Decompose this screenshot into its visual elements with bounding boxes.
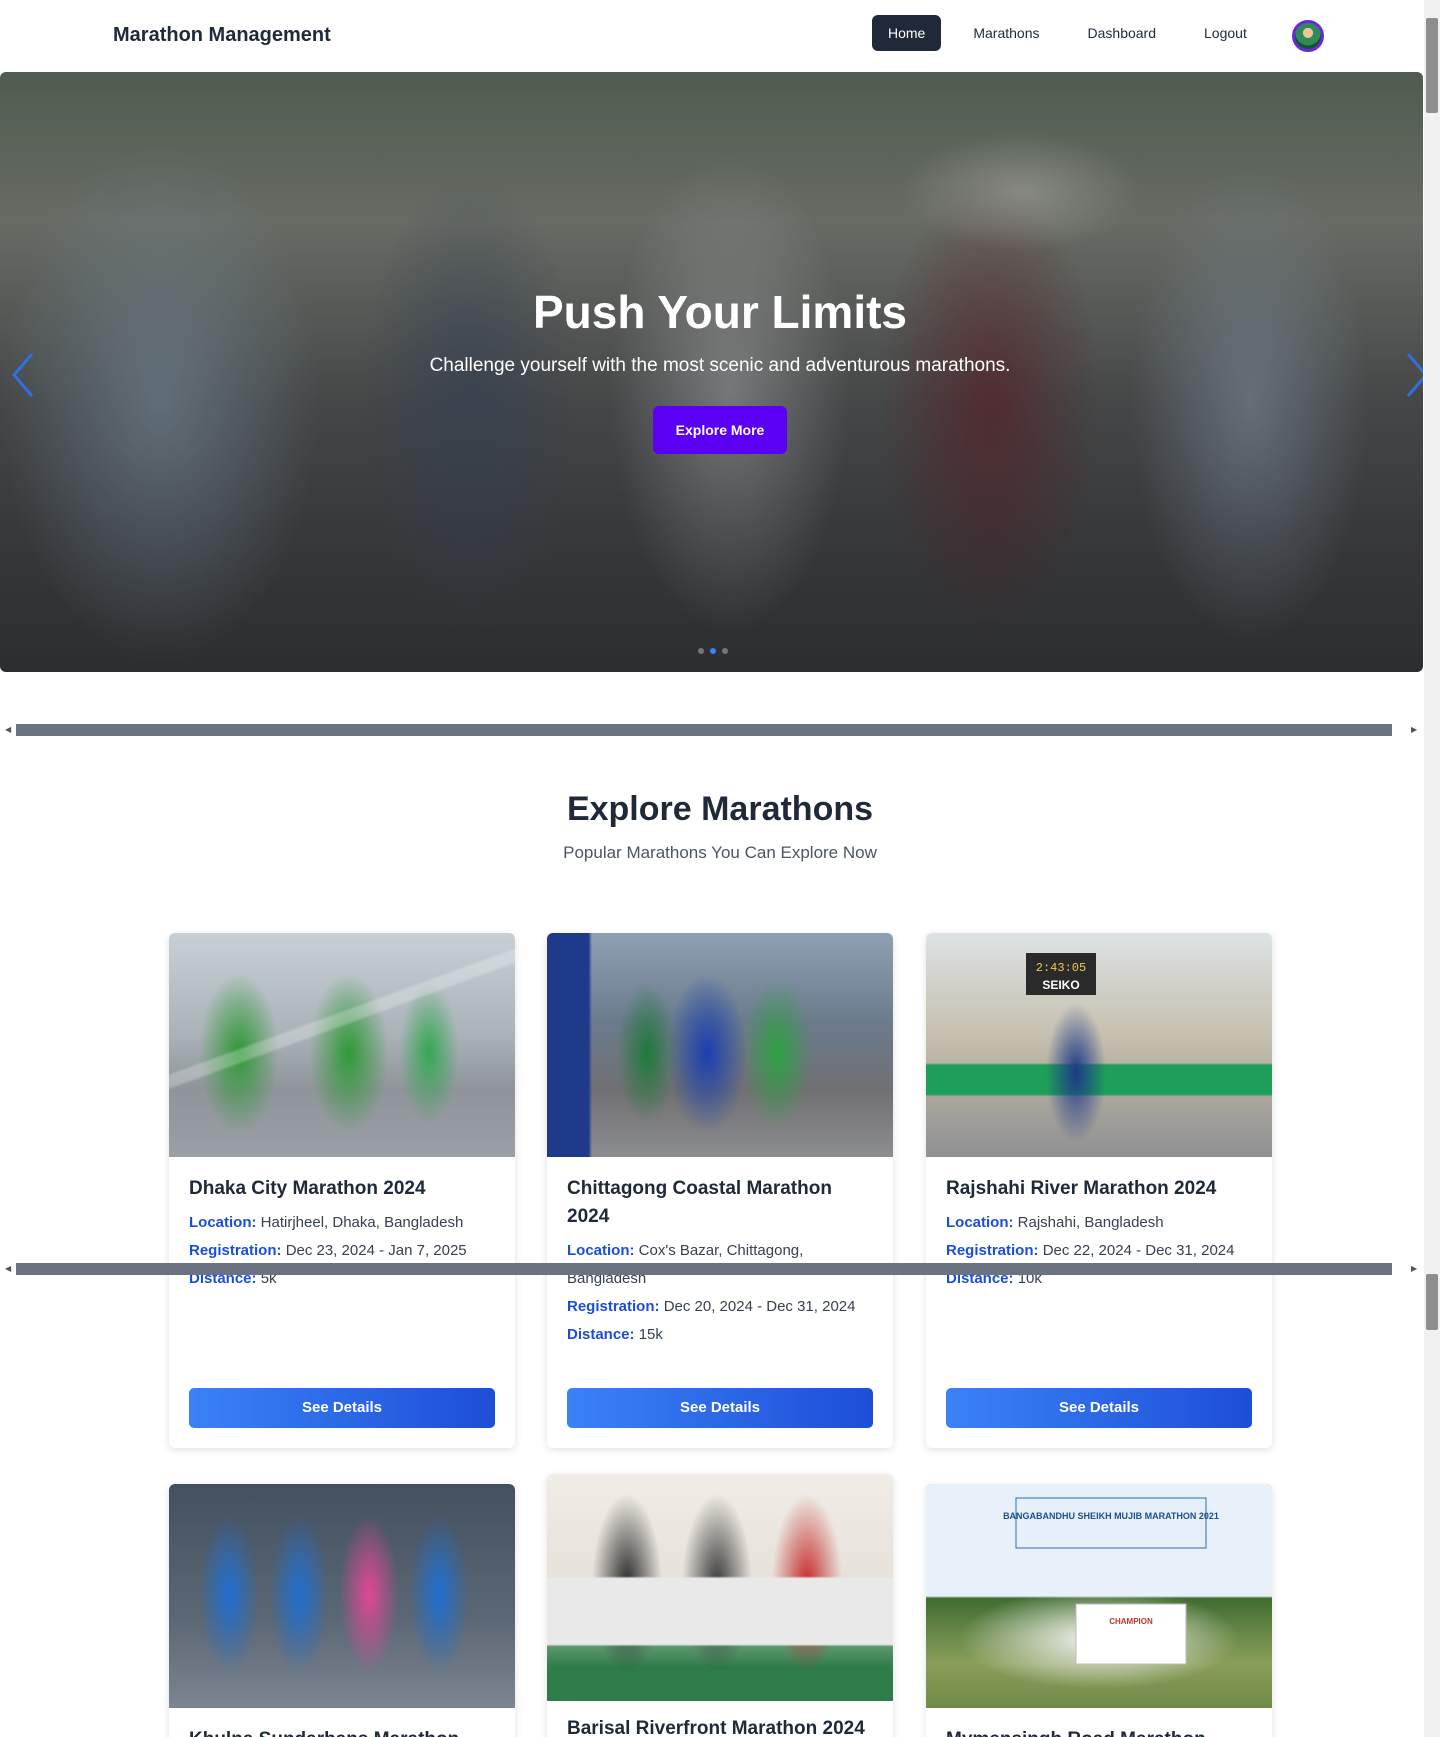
horizontal-scrollbar[interactable] <box>16 1263 1392 1275</box>
nav-home[interactable]: Home <box>872 15 942 51</box>
nav-logout[interactable]: Logout <box>1188 15 1263 51</box>
location-label: Location: <box>189 1214 257 1231</box>
registration-label: Registration: <box>946 1242 1039 1259</box>
marathon-card: Khulna Sundarbans Marathon <box>169 1484 515 1737</box>
user-avatar[interactable] <box>1292 20 1324 52</box>
event-banner-graphic: BANGABANDHU SHEIKH MUJIB MARATHON 2021 C… <box>1003 1497 1219 1665</box>
card-title: Chittagong Coastal Marathon 2024 <box>567 1178 832 1227</box>
banner-text: BANGABANDHU SHEIKH MUJIB MARATHON 2021 <box>1003 1511 1219 1521</box>
slider-dot-active[interactable] <box>710 648 716 654</box>
marathon-image <box>547 933 893 1157</box>
marathon-card: Dhaka City Marathon 2024 Location: Hatir… <box>169 933 515 1448</box>
card-registration: Registration: Dec 23, 2024 - Jan 7, 2025 <box>189 1237 495 1265</box>
marathon-image: BANGABANDHU SHEIKH MUJIB MARATHON 2021 C… <box>926 1484 1272 1708</box>
nav-dashboard[interactable]: Dashboard <box>1072 15 1173 51</box>
distance-label: Distance: <box>567 1326 635 1343</box>
timer-readout: 2:43:05 <box>1036 961 1086 975</box>
see-details-button[interactable]: See Details <box>567 1388 873 1428</box>
scroll-left-icon[interactable]: ◀ <box>5 1264 11 1273</box>
location-value: Hatirjheel, Dhaka, Bangladesh <box>260 1214 464 1231</box>
scroll-right-icon[interactable]: ▶ <box>1411 725 1417 734</box>
card-title: Dhaka City Marathon 2024 <box>189 1178 426 1199</box>
marathon-image <box>169 1484 515 1708</box>
section-subtitle: Popular Marathons You Can Explore Now <box>563 843 877 862</box>
horizontal-scrollbar[interactable] <box>16 724 1392 736</box>
card-title: Mymensingh Road Marathon <box>946 1726 1252 1737</box>
marathon-image <box>169 933 515 1157</box>
marathon-card: Chittagong Coastal Marathon 2024 Locatio… <box>547 933 893 1448</box>
card-location: Location: Rajshahi, Bangladesh <box>946 1209 1252 1237</box>
vertical-scrollbar[interactable] <box>1424 0 1440 1737</box>
marathon-card: Barisal Riverfront Marathon 2024 <box>547 1474 893 1737</box>
nav-links: Home Marathons Dashboard Logout <box>872 15 1279 51</box>
registration-value: Dec 20, 2024 - Dec 31, 2024 <box>663 1298 856 1315</box>
card-title: Khulna Sundarbans Marathon <box>189 1726 495 1737</box>
navbar: Marathon Management Home Marathons Dashb… <box>0 0 1424 72</box>
registration-value: Dec 22, 2024 - Dec 31, 2024 <box>1042 1242 1235 1259</box>
location-label: Location: <box>946 1214 1014 1231</box>
card-registration: Registration: Dec 22, 2024 - Dec 31, 202… <box>946 1237 1252 1265</box>
slider-dot[interactable] <box>722 648 728 654</box>
marathon-card: 2:43:05 SEIKO Rajshahi River Marathon 20… <box>926 933 1272 1448</box>
page: Marathon Management Home Marathons Dashb… <box>0 0 1440 1737</box>
slider-dot[interactable] <box>698 648 704 654</box>
card-title: Rajshahi River Marathon 2024 <box>946 1178 1217 1199</box>
nav-marathons[interactable]: Marathons <box>957 15 1055 51</box>
card-title: Barisal Riverfront Marathon 2024 <box>567 1718 865 1737</box>
timer-brand: SEIKO <box>1042 978 1079 992</box>
scroll-left-icon[interactable]: ◀ <box>5 725 11 734</box>
finish-timer-graphic: 2:43:05 SEIKO <box>1026 953 1096 995</box>
hero-slider: Push Your Limits Challenge yourself with… <box>0 72 1423 672</box>
hero-title: Push Your Limits <box>532 286 908 338</box>
card-registration: Registration: Dec 20, 2024 - Dec 31, 202… <box>567 1293 873 1321</box>
slider-pagination <box>698 648 734 654</box>
distance-value: 15k <box>638 1326 663 1343</box>
registration-label: Registration: <box>567 1298 660 1315</box>
card-location: Location: Hatirjheel, Dhaka, Bangladesh <box>189 1209 495 1237</box>
marathon-image: 2:43:05 SEIKO <box>926 933 1272 1157</box>
see-details-button[interactable]: See Details <box>946 1388 1252 1428</box>
registration-value: Dec 23, 2024 - Jan 7, 2025 <box>285 1242 467 1259</box>
location-label: Location: <box>567 1242 635 1259</box>
marathon-card: BANGABANDHU SHEIKH MUJIB MARATHON 2021 C… <box>926 1484 1272 1737</box>
vertical-scrollbar-thumb[interactable] <box>1426 1274 1438 1330</box>
scroll-right-icon[interactable]: ▶ <box>1411 1264 1417 1273</box>
vertical-scrollbar-thumb[interactable] <box>1426 18 1438 113</box>
slider-prev-icon[interactable] <box>8 350 38 400</box>
see-details-button[interactable]: See Details <box>189 1388 495 1428</box>
explore-more-button[interactable]: Explore More <box>653 406 787 454</box>
card-distance: Distance: 15k <box>567 1321 873 1349</box>
marathon-image <box>547 1474 893 1701</box>
location-value: Rajshahi, Bangladesh <box>1017 1214 1164 1231</box>
section-title: Explore Marathons <box>566 790 874 828</box>
certificate-text: CHAMPION <box>1109 1617 1153 1626</box>
hero-subtitle: Challenge yourself with the most scenic … <box>429 355 1011 376</box>
slider-next-icon[interactable] <box>1402 350 1423 400</box>
brand-title[interactable]: Marathon Management <box>113 24 331 47</box>
registration-label: Registration: <box>189 1242 282 1259</box>
